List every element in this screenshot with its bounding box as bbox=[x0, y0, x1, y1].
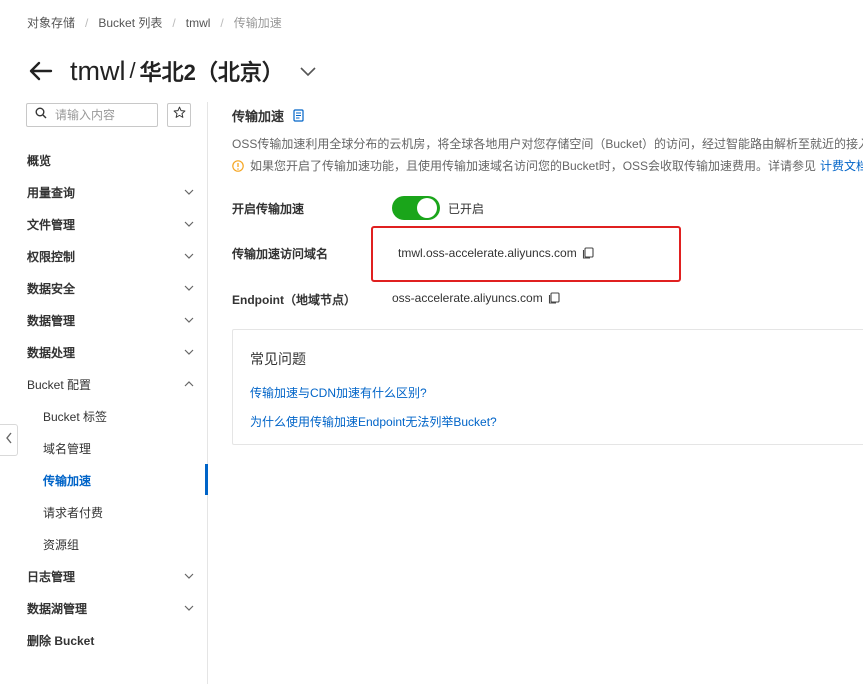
sidebar-item-5[interactable]: 数据管理 bbox=[27, 304, 199, 336]
breadcrumb-separator: / bbox=[172, 15, 176, 30]
title-separator: / bbox=[129, 58, 136, 83]
sidebar-item-11[interactable]: 请求者付费 bbox=[27, 496, 199, 528]
sidebar-item-3[interactable]: 权限控制 bbox=[27, 240, 199, 272]
breadcrumb-separator: / bbox=[220, 15, 224, 30]
chevron-down-icon bbox=[183, 218, 195, 230]
chevron-up-icon bbox=[183, 378, 195, 390]
sidebar-item-12[interactable]: 资源组 bbox=[27, 528, 199, 560]
breadcrumb: 对象存储 / Bucket 列表 / tmwl / 传输加速 bbox=[27, 14, 282, 31]
chevron-down-icon bbox=[183, 314, 195, 326]
sidebar-item-label: 概览 bbox=[27, 153, 52, 168]
faq-panel: 常见问题 传输加速与CDN加速有什么区别? 为什么使用传输加速Endpoint无… bbox=[232, 329, 863, 445]
warning-icon bbox=[232, 159, 244, 172]
sidebar-item-9[interactable]: 域名管理 bbox=[27, 432, 199, 464]
enable-acceleration-toggle[interactable] bbox=[392, 196, 440, 220]
chevron-down-icon bbox=[183, 602, 195, 614]
sidebar: 概览用量查询文件管理权限控制数据安全数据管理数据处理 Bucket 配置 Bucke… bbox=[27, 144, 199, 656]
sidebar-item-label: 数据安全 bbox=[27, 281, 76, 296]
sidebar-item-7[interactable]: Bucket 配置 bbox=[27, 368, 199, 400]
region-chevron-down-icon[interactable] bbox=[298, 61, 318, 81]
sidebar-active-indicator bbox=[205, 464, 208, 495]
sidebar-item-6[interactable]: 数据处理 bbox=[27, 336, 199, 368]
sidebar-item-4[interactable]: 数据安全 bbox=[27, 272, 199, 304]
enable-status: 已开启 bbox=[448, 202, 485, 216]
sidebar-item-label: 资源组 bbox=[43, 537, 80, 552]
accelerate-domain: tmwl.oss-accelerate.aliyuncs.com bbox=[398, 246, 577, 260]
description: OSS传输加速利用全球分布的云机房，将全球各地用户对您存储空间（Bucket）的… bbox=[232, 137, 863, 151]
sidebar-item-8[interactable]: Bucket 标签 bbox=[27, 400, 199, 432]
back-arrow-icon[interactable] bbox=[28, 58, 54, 84]
copy-domain-icon[interactable] bbox=[582, 247, 594, 259]
chevron-down-icon bbox=[183, 186, 195, 198]
sidebar-item-label: 删除 Bucket bbox=[27, 633, 95, 648]
chevron-down-icon bbox=[183, 570, 195, 582]
toggle-knob bbox=[417, 198, 437, 218]
faq-link-cdn-difference[interactable]: 传输加速与CDN加速有什么区别? bbox=[250, 384, 427, 401]
faq-link-list-bucket[interactable]: 为什么使用传输加速Endpoint无法列举Bucket? bbox=[250, 413, 497, 430]
notice-text: 如果您开启了传输加速功能，且使用传输加速域名访问您的Bucket时，OSS会收取… bbox=[250, 159, 817, 173]
faq-title: 常见问题 bbox=[250, 351, 306, 367]
sidebar-item-label: Bucket 标签 bbox=[43, 409, 108, 424]
billing-doc-link[interactable]: 计费文档 bbox=[820, 157, 863, 174]
breadcrumb-oss[interactable]: 对象存储 bbox=[27, 14, 75, 31]
section-title: 传输加速 bbox=[232, 106, 304, 125]
breadcrumb-separator: / bbox=[85, 15, 89, 30]
sidebar-item-label: 传输加速 bbox=[43, 473, 92, 488]
region-name: 华北2（北京） bbox=[139, 60, 284, 85]
domain-label: 传输加速访问域名 bbox=[232, 247, 329, 261]
sidebar-item-15[interactable]: 删除 Bucket bbox=[27, 624, 199, 656]
chevron-left-icon bbox=[5, 431, 13, 449]
search-box bbox=[26, 103, 158, 127]
copy-endpoint-icon[interactable] bbox=[548, 292, 560, 304]
sidebar-item-13[interactable]: 日志管理 bbox=[27, 560, 199, 592]
breadcrumb-bucket-list[interactable]: Bucket 列表 bbox=[98, 14, 162, 31]
collapse-sidebar-button[interactable] bbox=[0, 424, 18, 456]
bucket-name: tmwl bbox=[70, 55, 126, 86]
chevron-down-icon bbox=[183, 282, 195, 294]
page-title: tmwl / 华北2（北京） bbox=[28, 54, 318, 88]
section-title-text: 传输加速 bbox=[232, 109, 285, 124]
sidebar-item-2[interactable]: 文件管理 bbox=[27, 208, 199, 240]
sidebar-item-label: 数据处理 bbox=[27, 345, 76, 360]
star-icon bbox=[173, 106, 186, 124]
endpoint-label: Endpoint（地域节点） bbox=[232, 293, 356, 307]
sidebar-item-label: 权限控制 bbox=[27, 249, 76, 264]
sidebar-item-14[interactable]: 数据湖管理 bbox=[27, 592, 199, 624]
endpoint-value: oss-accelerate.aliyuncs.com bbox=[392, 291, 543, 305]
search-icon bbox=[35, 106, 47, 124]
sidebar-item-label: 日志管理 bbox=[27, 569, 76, 584]
document-icon[interactable] bbox=[292, 109, 304, 123]
chevron-down-icon bbox=[183, 250, 195, 262]
billing-notice: 如果您开启了传输加速功能，且使用传输加速域名访问您的Bucket时，OSS会收取… bbox=[232, 157, 863, 174]
sidebar-item-label: 文件管理 bbox=[27, 217, 76, 232]
sidebar-item-label: 用量查询 bbox=[27, 185, 76, 200]
sidebar-item-label: 数据管理 bbox=[27, 313, 76, 328]
search-input[interactable] bbox=[55, 108, 151, 122]
sidebar-divider bbox=[207, 102, 208, 684]
sidebar-item-0[interactable]: 概览 bbox=[27, 144, 199, 176]
favorite-button[interactable] bbox=[167, 103, 191, 127]
sidebar-item-label: 域名管理 bbox=[43, 441, 92, 456]
breadcrumb-current: 传输加速 bbox=[233, 16, 282, 30]
breadcrumb-bucket[interactable]: tmwl bbox=[186, 16, 211, 30]
sidebar-item-10[interactable]: 传输加速 bbox=[27, 464, 199, 496]
sidebar-item-label: Bucket 配置 bbox=[27, 377, 92, 392]
sidebar-item-1[interactable]: 用量查询 bbox=[27, 176, 199, 208]
sidebar-item-label: 数据湖管理 bbox=[27, 601, 88, 616]
sidebar-item-label: 请求者付费 bbox=[43, 505, 104, 520]
enable-label: 开启传输加速 bbox=[232, 202, 305, 216]
chevron-down-icon bbox=[183, 346, 195, 358]
